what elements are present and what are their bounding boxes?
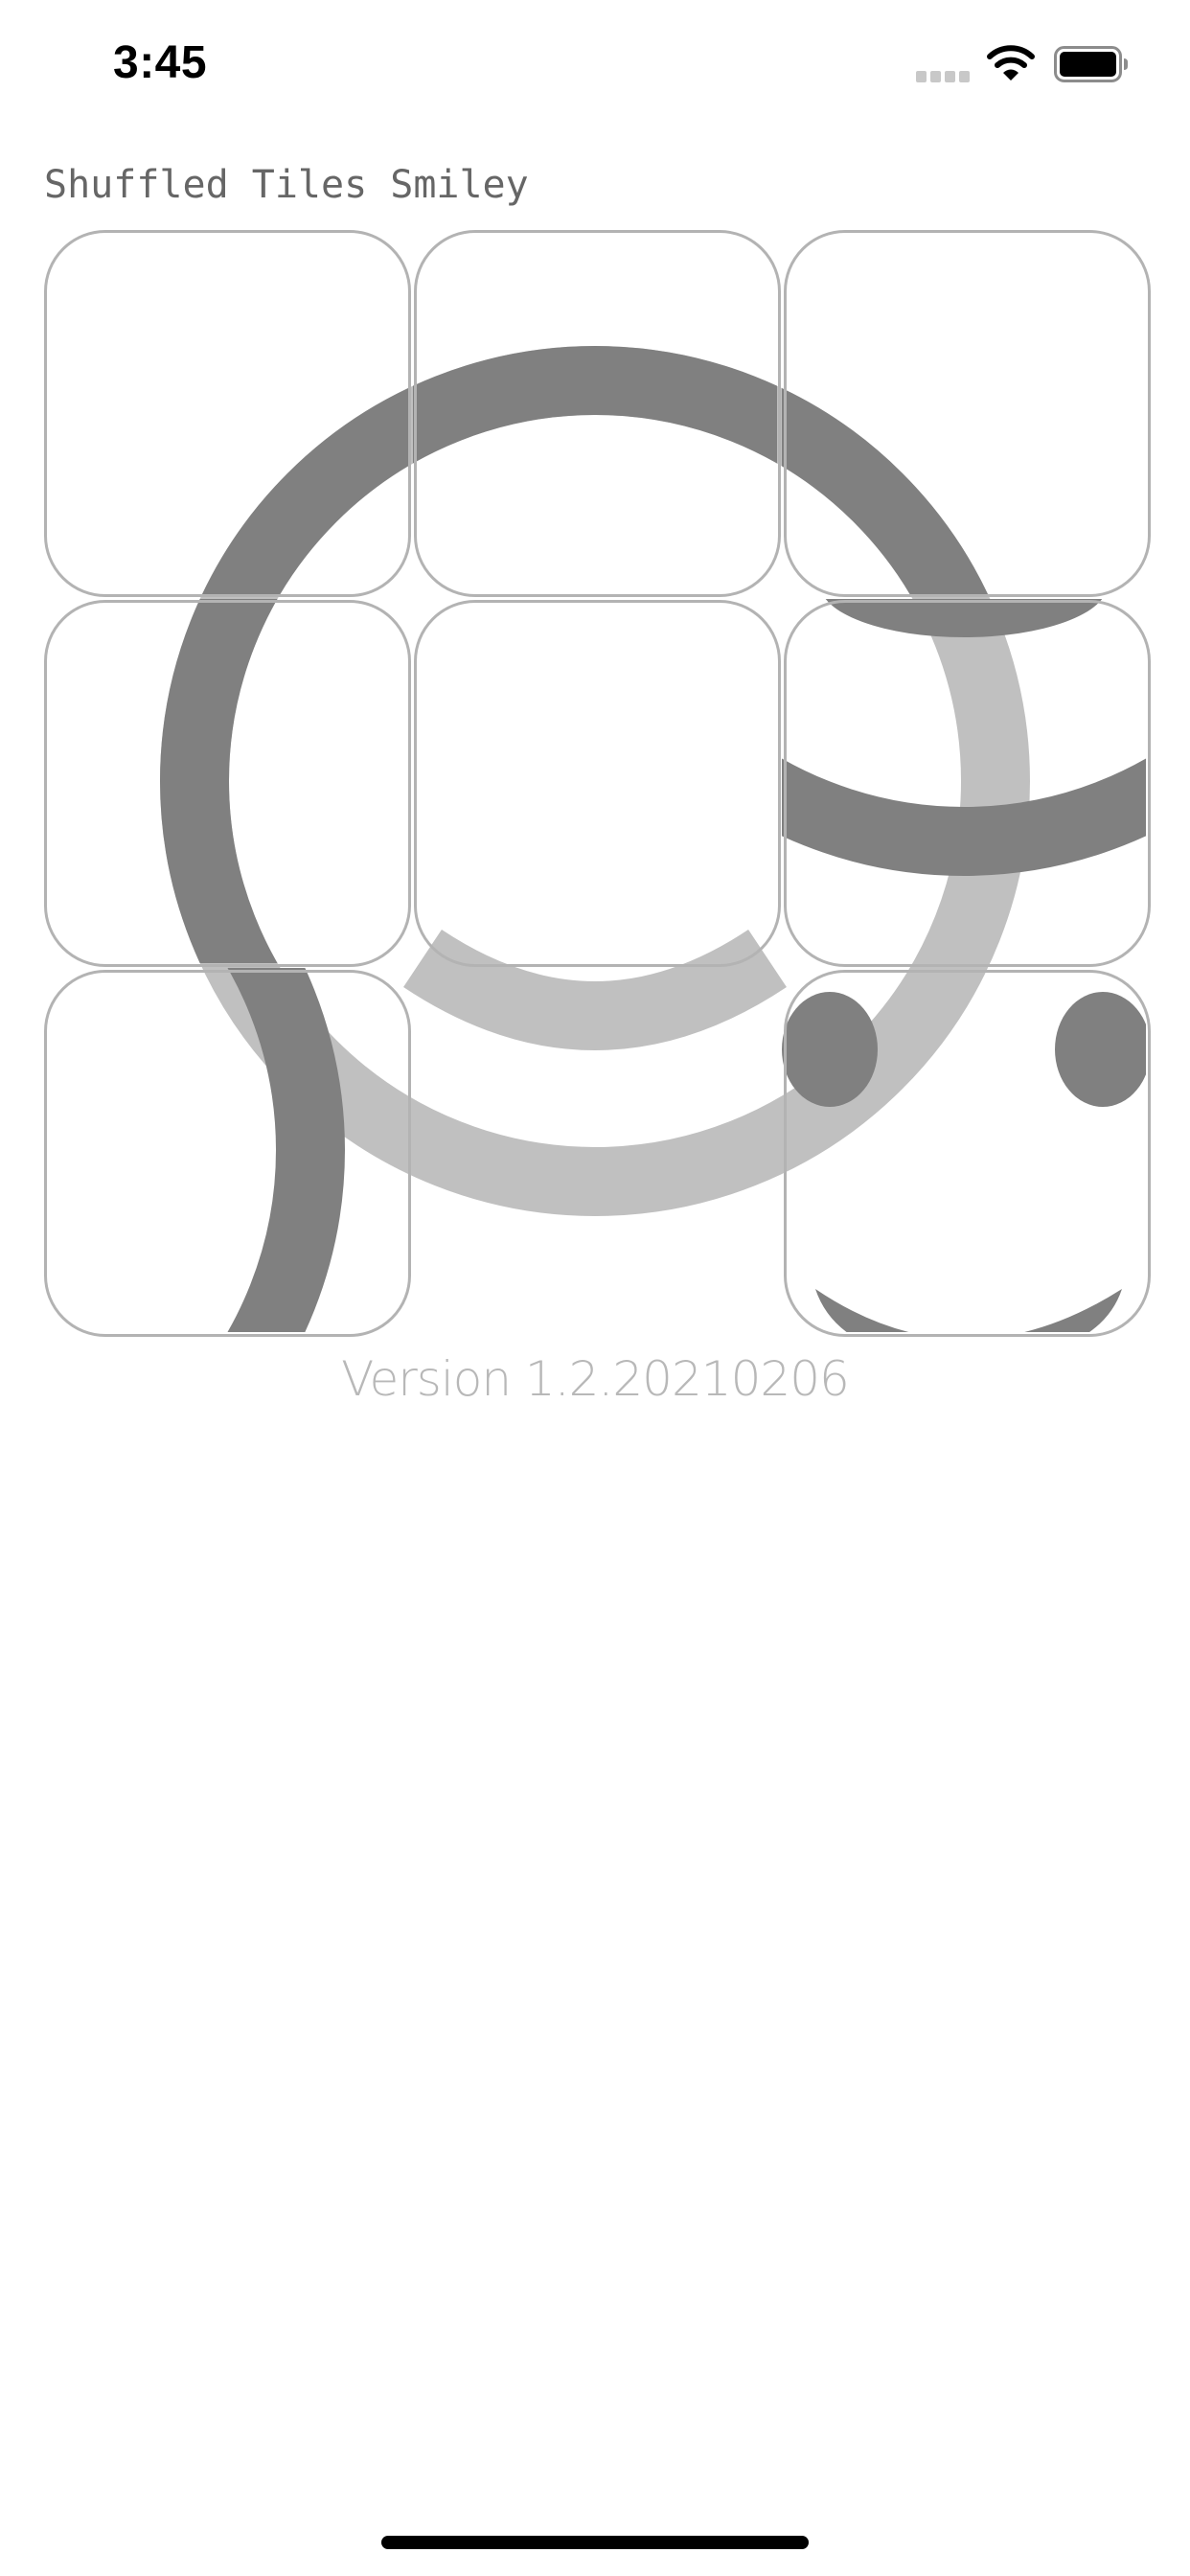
puzzle-tile-r3c1[interactable] (44, 970, 411, 1337)
cellular-signal-icon (916, 71, 970, 82)
puzzle-tile-r2c2[interactable] (414, 600, 781, 967)
puzzle-tile-r1c1[interactable] (44, 230, 411, 597)
battery-full-icon (1054, 46, 1128, 82)
puzzle-tile-r1c2[interactable] (414, 230, 781, 597)
home-indicator[interactable] (381, 2536, 809, 2549)
puzzle-tile-r2c1[interactable] (44, 600, 411, 967)
puzzle-board (44, 230, 1151, 1337)
puzzle-tile-r3c3[interactable] (784, 970, 1151, 1337)
status-time: 3:45 (113, 37, 208, 88)
status-bar: 3:45 (0, 0, 1190, 134)
version-label: Version 1.2.20210206 (341, 1351, 850, 1407)
page-title: Shuffled Tiles Smiley (44, 163, 529, 207)
puzzle-tile-r1c3[interactable] (784, 230, 1151, 597)
puzzle-tile-r2c3[interactable] (784, 600, 1151, 967)
wifi-icon (987, 45, 1035, 80)
